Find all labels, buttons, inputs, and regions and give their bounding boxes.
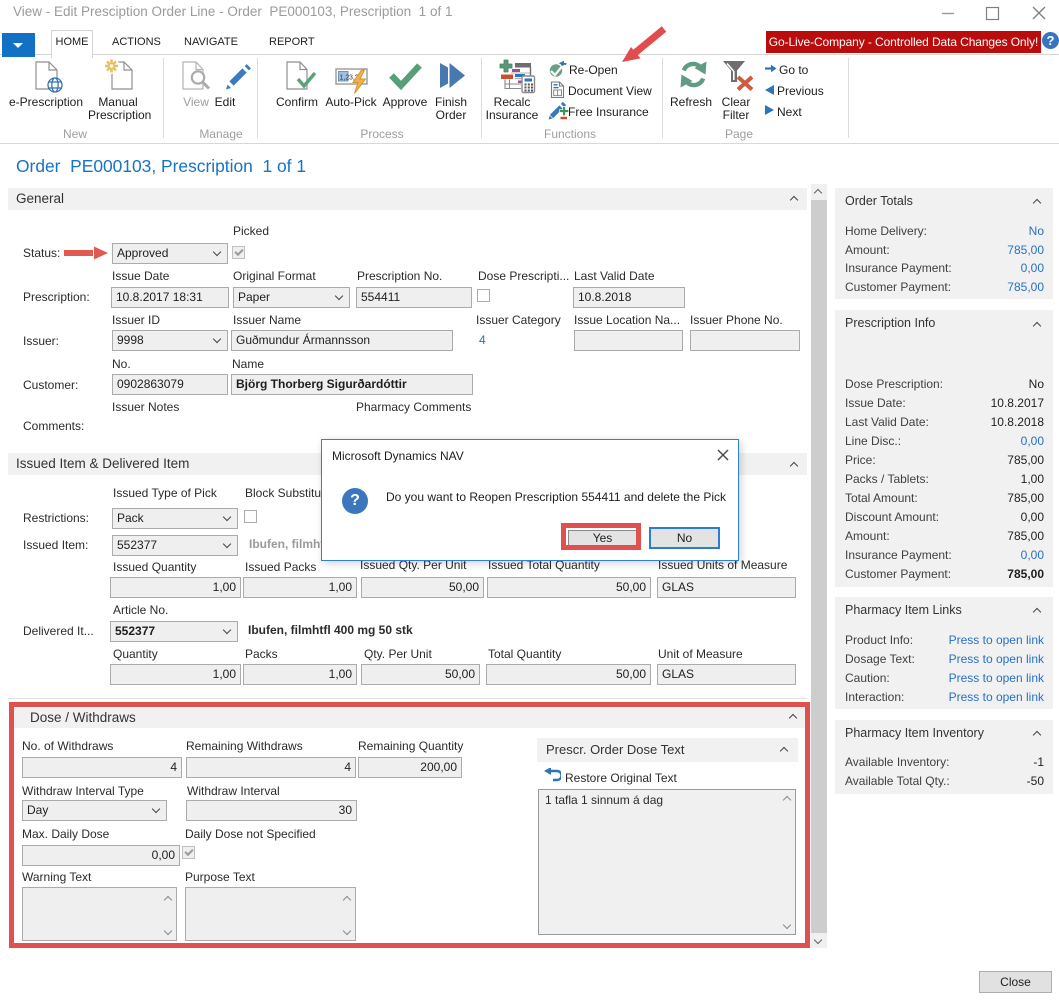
svg-text:1,2: 1,2 — [340, 75, 350, 82]
svg-text:3,?: 3,? — [349, 75, 359, 82]
